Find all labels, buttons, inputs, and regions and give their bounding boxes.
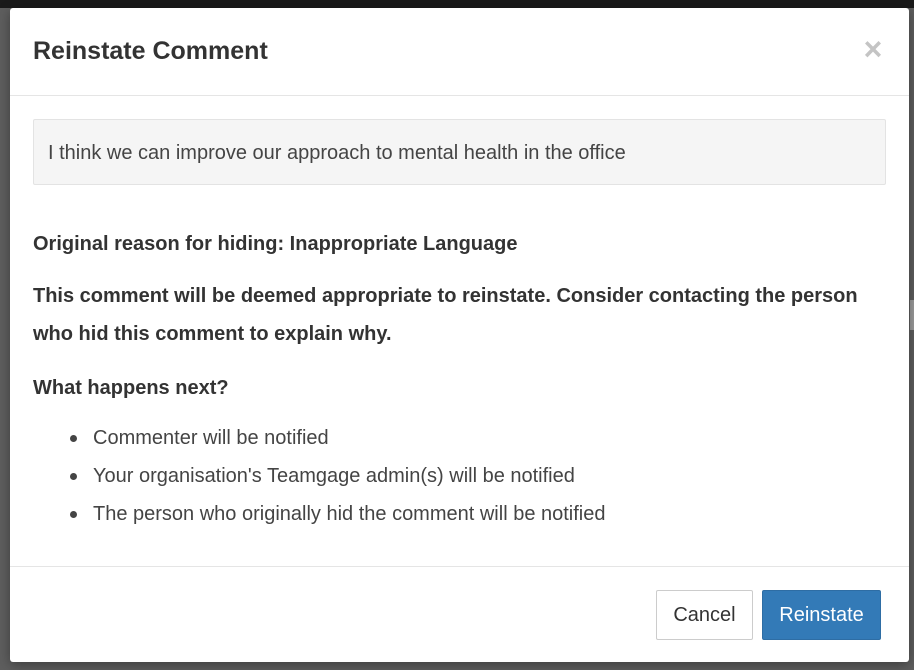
hiding-reason: Original reason for hiding: Inappropriat… <box>33 233 518 255</box>
dialog-header: Reinstate Comment × <box>10 8 909 96</box>
notification-list: Commenter will be notified Your organisa… <box>69 419 606 533</box>
what-happens-next-heading: What happens next? <box>33 377 229 399</box>
list-item: Commenter will be notified <box>69 419 606 457</box>
background-strip <box>910 300 914 330</box>
dialog-title: Reinstate Comment <box>33 37 268 65</box>
reinstate-comment-dialog: Reinstate Comment × I think we can impro… <box>10 8 909 662</box>
cancel-button[interactable]: Cancel <box>656 590 753 640</box>
bullet-dot-icon <box>70 473 77 480</box>
bullet-dot-icon <box>70 511 77 518</box>
comment-text: I think we can improve our approach to m… <box>48 142 626 164</box>
reinstate-button[interactable]: Reinstate <box>762 590 881 640</box>
bullet-dot-icon <box>70 435 77 442</box>
list-item-label: The person who originally hid the commen… <box>93 503 606 525</box>
dialog-footer: Cancel Reinstate <box>10 566 909 663</box>
list-item: The person who originally hid the commen… <box>69 495 606 533</box>
background-top-bar <box>0 0 914 8</box>
comment-preview: I think we can improve our approach to m… <box>33 119 886 185</box>
list-item-label: Your organisation's Teamgage admin(s) wi… <box>93 465 575 487</box>
list-item: Your organisation's Teamgage admin(s) wi… <box>69 457 606 495</box>
close-icon[interactable]: × <box>861 33 885 65</box>
list-item-label: Commenter will be notified <box>93 427 329 449</box>
reinstate-warning: This comment will be deemed appropriate … <box>33 285 858 345</box>
